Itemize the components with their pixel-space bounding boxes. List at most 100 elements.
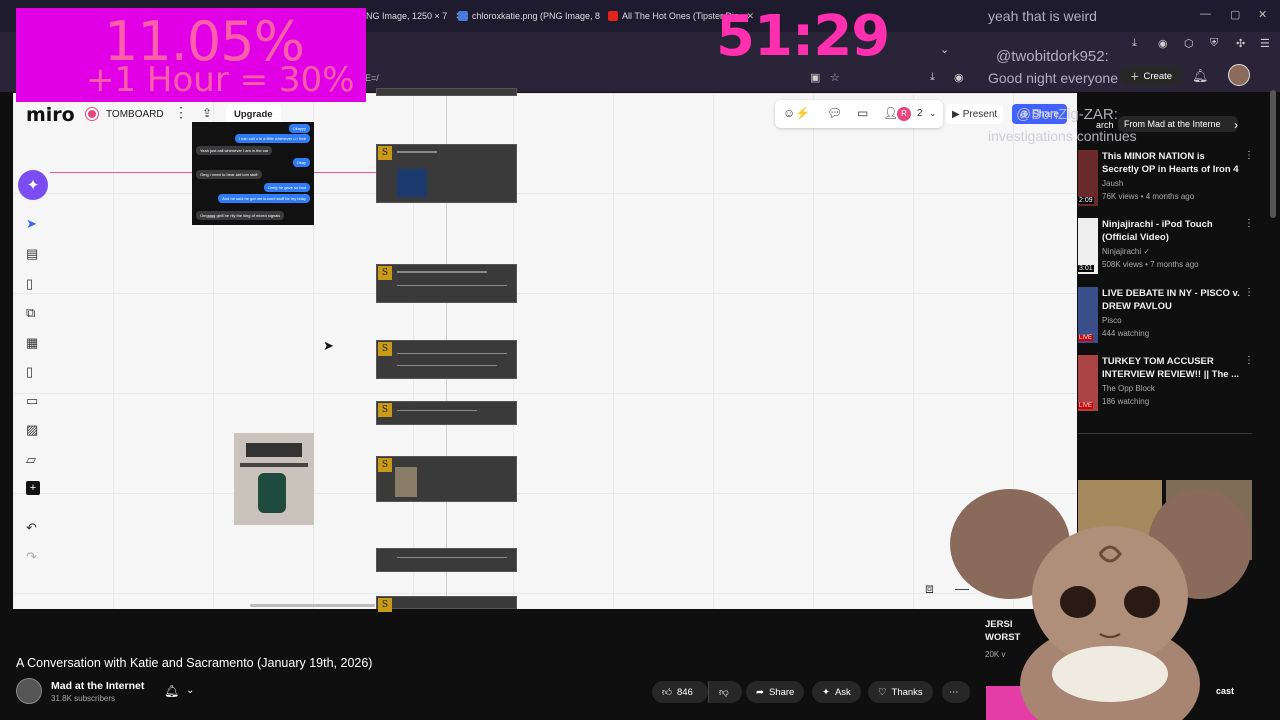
- message-bubble: Yeah just call whenever I am in the car: [196, 146, 273, 155]
- browser-tab[interactable]: chloroxkatie.png (PNG Image, 8✕: [458, 8, 616, 24]
- video-thumbnail: 3:01: [1078, 218, 1098, 274]
- user-avatar[interactable]: [1228, 64, 1250, 86]
- redo-icon[interactable]: ↷: [26, 549, 37, 565]
- message-bubble: Omfg he gave so bad: [263, 183, 310, 192]
- doc-card[interactable]: S: [376, 596, 517, 612]
- board-title[interactable]: TOMBOARD: [86, 108, 164, 120]
- notification-bell-icon[interactable]: 🔔︎: [1192, 68, 1209, 84]
- heart-dollar-icon: ♡: [878, 686, 887, 698]
- doc-card[interactable]: [376, 548, 517, 572]
- export-icon[interactable]: ⇪: [202, 106, 212, 120]
- recommended-video[interactable]: 2:09 This MINOR NATION is Secretly OP in…: [1078, 150, 1254, 210]
- doc-icon[interactable]: ▯: [26, 276, 33, 292]
- page-scrollbar[interactable]: [1270, 90, 1276, 218]
- thanks-button[interactable]: ♡ Thanks: [868, 681, 933, 703]
- comment-icon[interactable]: 💬︎: [827, 106, 842, 120]
- add-more-icon[interactable]: +: [26, 481, 40, 495]
- miro-logo: miro: [26, 104, 75, 126]
- close-window-icon[interactable]: ✕: [1258, 8, 1267, 21]
- like-button[interactable]: 👍︎ 846: [652, 681, 708, 703]
- sparkle-icon: ✦: [26, 177, 40, 194]
- divider: [1078, 433, 1252, 434]
- share-button[interactable]: ➦ Share: [746, 681, 805, 703]
- youtube-tab-icon: [608, 11, 618, 21]
- dislike-button[interactable]: 👎︎: [708, 681, 742, 703]
- message-bubble: Okayyy: [288, 124, 310, 133]
- url-text[interactable]: E=/: [365, 73, 379, 83]
- subscription-bell-icon[interactable]: 🔔︎: [164, 684, 179, 698]
- message-bubble: And he said he got me kuromi stuff for m…: [218, 194, 310, 203]
- dropdown-chevron-icon[interactable]: ⌄: [940, 43, 949, 56]
- recommended-video[interactable]: LIVE TURKEY TOM ACCUSER INTERVIEW REVIEW…: [1078, 355, 1254, 415]
- more-options-icon[interactable]: ⋮: [1244, 218, 1254, 229]
- diagram-icon[interactable]: ⧉: [26, 305, 35, 321]
- download-icon[interactable]: ⤓: [1132, 37, 1137, 50]
- chat-screenshot-image[interactable]: Okayyy I can call u in a little whenever…: [192, 122, 314, 225]
- doc-card[interactable]: S: [376, 144, 517, 203]
- doc-card[interactable]: S: [376, 340, 517, 379]
- ai-assist-button[interactable]: ✦: [18, 170, 48, 200]
- select-cursor-icon[interactable]: ➤: [26, 216, 37, 232]
- reactions-icon[interactable]: ☺⚡: [783, 106, 810, 120]
- ask-button[interactable]: ✦ Ask: [812, 681, 861, 703]
- table-icon[interactable]: ▦: [26, 335, 38, 351]
- note-icon[interactable]: ▱: [26, 452, 36, 468]
- message-bubble: Omgggg girlll he rlly the king of mixed …: [196, 211, 285, 220]
- miro-canvas[interactable]: [13, 93, 1077, 609]
- channel-avatar[interactable]: [16, 678, 42, 704]
- desk-photo-image[interactable]: [234, 433, 314, 525]
- video-call-icon[interactable]: ▭: [857, 106, 868, 120]
- subscriber-count: 31.8K subscribers: [51, 694, 116, 703]
- image-icon[interactable]: ▨: [26, 422, 38, 438]
- minimize-icon[interactable]: —: [1200, 8, 1211, 20]
- collaborator-avatar[interactable]: R: [897, 107, 911, 121]
- browser-tab[interactable]: PNG Image, 1250 × 7✕: [360, 8, 463, 24]
- menu-icon[interactable]: ☰: [1260, 37, 1270, 50]
- chevron-right-icon[interactable]: ›: [1234, 118, 1238, 132]
- doc-card[interactable]: S: [376, 456, 517, 502]
- mascot-eye: [1124, 586, 1160, 618]
- message-bubble: Okay: [292, 158, 310, 167]
- horizontal-scrollbar[interactable]: [250, 604, 375, 607]
- moth-mascot-image: [950, 489, 1250, 720]
- doc-card[interactable]: S: [376, 264, 517, 303]
- reader-icon[interactable]: ▣: [810, 71, 820, 84]
- plus-icon: ＋: [1130, 72, 1140, 83]
- chevron-down-icon[interactable]: ⌄: [186, 685, 194, 696]
- recommended-video[interactable]: LIVE LIVE DEBATE IN NY - PISCO v. DREW P…: [1078, 287, 1254, 347]
- collaborators-icon[interactable]: 👤︎: [883, 106, 898, 120]
- left-toolbar: ➤ ▤ ▯ ⧉ ▦ ▯ ▭ ▨ ▱ + ↶ ↷: [18, 210, 50, 570]
- doc-card[interactable]: S: [376, 401, 517, 425]
- bonus-text: +1 Hour = 30%: [86, 60, 355, 100]
- account-icon[interactable]: ◉: [954, 71, 964, 84]
- video-thumbnail: LIVE: [1078, 287, 1098, 343]
- channel-name[interactable]: Mad at the Internet: [51, 680, 144, 692]
- more-options-icon[interactable]: ⋮: [174, 104, 188, 121]
- upgrade-button[interactable]: Upgrade: [226, 104, 281, 124]
- message-bubble: Omg I need to hear abt tom stuff: [196, 170, 262, 179]
- more-options-icon[interactable]: ⋮: [1244, 287, 1254, 298]
- doc-card[interactable]: [376, 88, 517, 96]
- maximize-icon[interactable]: ▢: [1230, 8, 1240, 21]
- more-options-icon[interactable]: ⋮: [1244, 150, 1254, 161]
- card-icon[interactable]: ▭: [26, 393, 38, 409]
- chevron-down-icon[interactable]: ⌄: [929, 108, 937, 119]
- undo-icon[interactable]: ↶: [26, 520, 37, 536]
- download-icon[interactable]: ⤓: [930, 71, 935, 84]
- mascot-collar: [1052, 646, 1168, 702]
- templates-icon[interactable]: ▤: [26, 246, 38, 262]
- shield-icon[interactable]: ⛨: [1210, 37, 1218, 50]
- puzzle-icon[interactable]: ✣: [1236, 37, 1245, 50]
- account-icon[interactable]: ◉: [1158, 37, 1168, 50]
- bookmark-star-icon[interactable]: ☆: [830, 71, 840, 84]
- play-icon: ▶: [952, 108, 960, 120]
- create-button[interactable]: ＋ Create: [1120, 66, 1183, 86]
- more-options-icon[interactable]: ⋮: [1244, 355, 1254, 366]
- video-thumbnail: LIVE: [1078, 355, 1098, 411]
- sticky-note-icon[interactable]: ▯: [26, 364, 33, 380]
- present-button[interactable]: ▶ Present: [946, 104, 1004, 124]
- recommended-video[interactable]: 3:01 Ninjajirachi - iPod Touch (Official…: [1078, 218, 1254, 278]
- extension-icon[interactable]: ⬡: [1184, 37, 1194, 50]
- frames-icon[interactable]: ⧈: [925, 580, 934, 597]
- mouse-cursor-icon: ➤: [323, 338, 334, 353]
